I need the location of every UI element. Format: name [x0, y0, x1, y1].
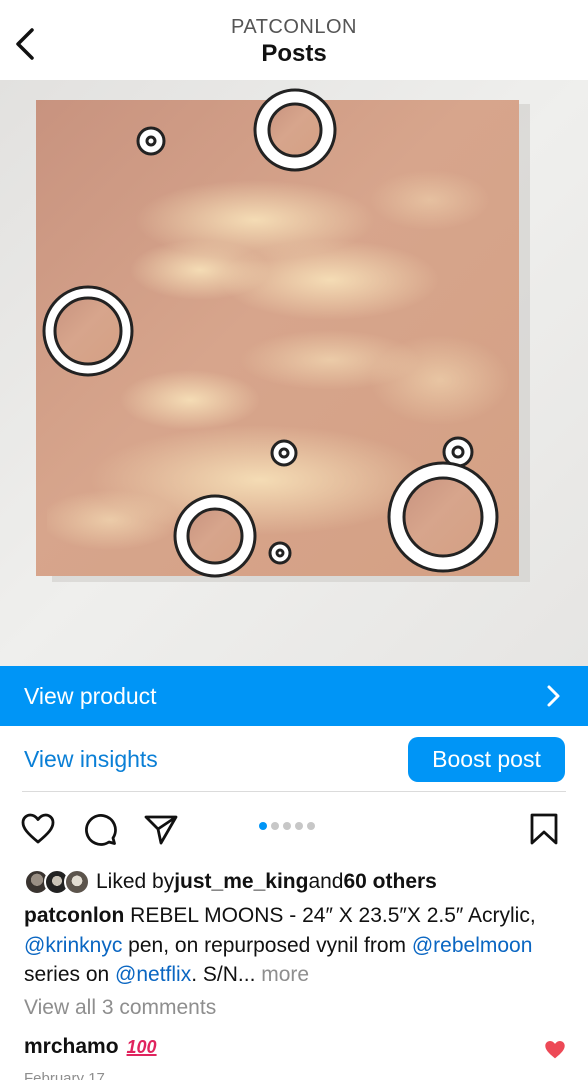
share-button[interactable] [144, 812, 178, 846]
post-date: February 17 [24, 1070, 105, 1080]
likes-line[interactable]: Liked by just_me_king and 60 others [24, 868, 437, 896]
more-link[interactable]: more [261, 963, 309, 986]
view-product-bar[interactable]: View product [0, 666, 588, 726]
hundred-points-emoji: 100 [126, 1036, 157, 1057]
chevron-right-icon [547, 685, 560, 707]
mention-link[interactable]: @netflix [115, 963, 191, 986]
carousel-indicator [259, 822, 315, 830]
likes-others[interactable]: 60 others [343, 870, 436, 894]
header-titles: PATCONLON Posts [0, 14, 588, 68]
carousel-dot [307, 822, 315, 830]
post-image[interactable] [0, 80, 588, 666]
carousel-dot [283, 822, 291, 830]
caption-text: pen, on repurposed vynil from [122, 933, 412, 957]
profile-username: PATCONLON [231, 16, 357, 38]
avatar [64, 869, 90, 895]
comment-username[interactable]: mrchamo [24, 1035, 119, 1059]
caption-username[interactable]: patconlon [24, 904, 124, 927]
mention-link[interactable]: @rebelmoon [412, 934, 533, 957]
caption-text: REBEL MOONS - 24″ X 23.5″X 2.5″ Acrylic, [124, 904, 536, 927]
comment-icon [85, 814, 117, 846]
post-caption: patconlon REBEL MOONS - 24″ X 23.5″X 2.5… [24, 901, 569, 990]
caption-text: . S/N... [191, 963, 262, 986]
carousel-dot [271, 822, 279, 830]
heart-icon [21, 813, 55, 844]
bookmark-icon [530, 813, 558, 845]
comment-like-icon[interactable] [544, 1040, 566, 1060]
header-bar: PATCONLON Posts [0, 0, 588, 80]
view-product-label: View product [24, 682, 157, 709]
boost-post-button[interactable]: Boost post [408, 737, 565, 782]
comment-item: mrchamo 100 [24, 1035, 157, 1059]
view-insights-link[interactable]: View insights [24, 746, 158, 773]
post-actions [0, 808, 588, 852]
mention-link[interactable]: @krinknyc [24, 934, 122, 957]
view-all-comments-link[interactable]: View all 3 comments [24, 996, 216, 1020]
likes-middle: and [308, 870, 344, 893]
liker-avatars [24, 869, 92, 895]
likes-prefix: Liked by [96, 870, 175, 893]
likes-user[interactable]: just_me_king [174, 870, 308, 894]
carousel-dot [259, 822, 267, 830]
carousel-dot [295, 822, 303, 830]
painting-photo [0, 80, 588, 666]
caption-text: series on [24, 963, 116, 986]
send-icon [144, 815, 178, 845]
like-button[interactable] [21, 812, 55, 846]
save-button[interactable] [528, 812, 562, 846]
comment-button[interactable] [83, 812, 117, 846]
insights-row: View insights Boost post [0, 726, 588, 792]
page-title: Posts [261, 40, 327, 67]
divider [22, 791, 566, 792]
